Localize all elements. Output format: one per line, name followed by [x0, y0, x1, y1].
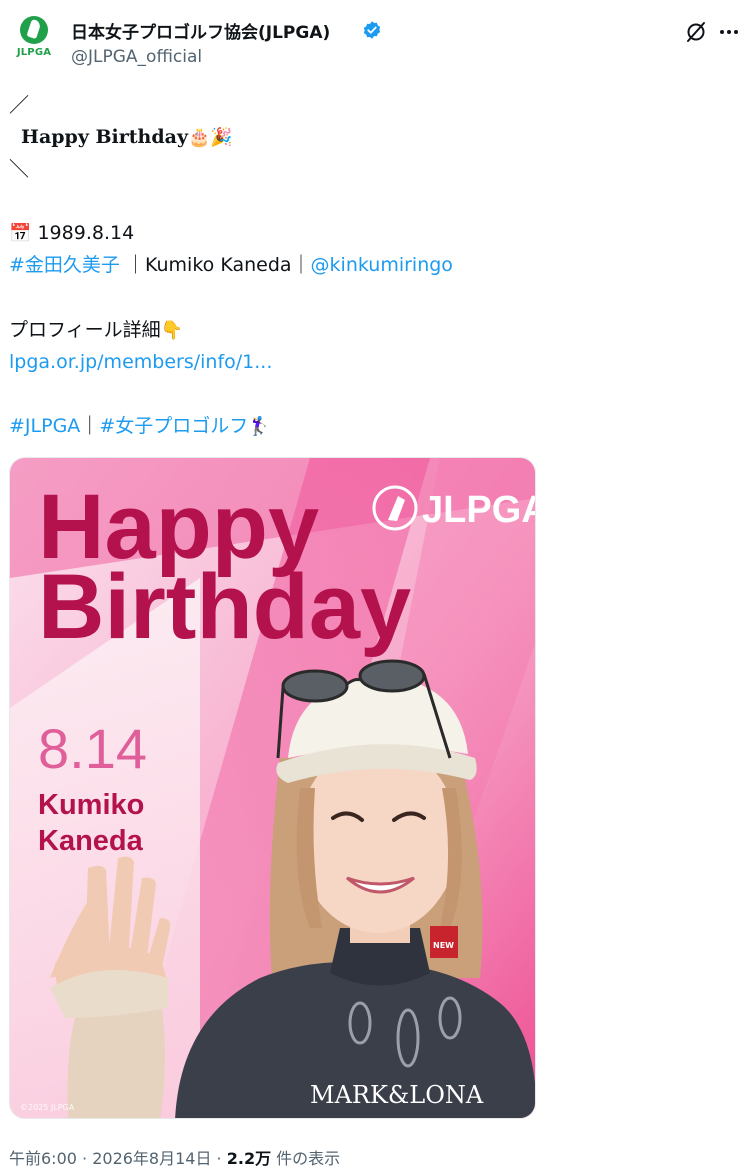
hashtag-jlpga[interactable]: #JLPGA [9, 415, 80, 437]
views-label: 件の表示 [271, 1149, 341, 1168]
collar-label: NEW [433, 941, 454, 950]
display-name[interactable]: 日本女子プロゴルフ協会(JLPGA) [71, 18, 330, 43]
name-line: #金田久美子 ｜Kumiko Kaneda｜@kinkumiringo [9, 252, 453, 278]
post-time[interactable]: 午前6:00 [9, 1149, 77, 1168]
profile-line: プロフィール詳細👇 [9, 317, 183, 344]
pointing-down-icon: 👇 [160, 320, 184, 341]
calendar-icon: 📅 [9, 223, 32, 244]
shirt-brand-text: MARK&LONA [310, 1081, 484, 1109]
birthdate-line: 📅 1989.8.14 [9, 220, 134, 247]
handle[interactable]: @JLPGA_official [71, 47, 202, 67]
views-count[interactable]: 2.2万 [227, 1149, 271, 1168]
golfer-icon: 🏌️‍♀️ [248, 416, 271, 437]
jlpga-logo-icon [20, 16, 48, 44]
tweet-meta: 午前6:00 · 2026年8月14日 · 2.2万 件の表示 [9, 1145, 340, 1169]
card-logo-text: JLPGA [422, 489, 536, 531]
card-date: 8.14 [38, 717, 147, 780]
name-separator: ｜ [125, 254, 145, 276]
bracket-open: ／ [9, 93, 29, 117]
birthday-title: Happy Birthday [21, 126, 189, 148]
hashtag-separator: ｜ [80, 415, 100, 437]
mention-link[interactable]: @kinkumiringo [311, 254, 453, 276]
post-date[interactable]: 2026年8月14日 [92, 1149, 211, 1168]
birthday-graphic: Happy Birthday JLPGA 8.14 Kumiko Kaneda [10, 458, 536, 1118]
tweet: JLPGA 日本女子プロゴルフ協会(JLPGA) @JLPGA_official… [0, 0, 753, 1174]
image-copyright: ©2025 JLPGA [20, 1103, 75, 1112]
meta-separator: · [211, 1149, 227, 1168]
card-name-first: Kumiko [38, 789, 144, 821]
tweet-header: JLPGA 日本女子プロゴルフ協会(JLPGA) @JLPGA_official [0, 0, 753, 80]
cake-party-emoji: 🎂🎉 [188, 127, 233, 148]
more-dots-icon[interactable] [717, 20, 741, 44]
meta-separator: · [76, 1149, 93, 1168]
hashtag-womens-pro-golf[interactable]: #女子プロゴルフ [99, 415, 248, 437]
profile-link[interactable]: lpga.or.jp/members/info/1... [9, 349, 272, 375]
grok-icon[interactable] [684, 20, 708, 44]
avatar-text: JLPGA [16, 47, 52, 58]
english-name: Kumiko Kaneda [144, 254, 292, 276]
birthday-image-card[interactable]: Happy Birthday JLPGA 8.14 Kumiko Kaneda [9, 457, 536, 1119]
hashtag-kaneda[interactable]: #金田久美子 [9, 254, 120, 276]
name-separator: ｜ [291, 254, 311, 276]
card-name-last: Kaneda [38, 825, 144, 857]
profile-label: プロフィール詳細 [9, 319, 161, 341]
bracket-close: ＼ [9, 157, 29, 181]
hashtag-line: #JLPGA｜#女子プロゴルフ🏌️‍♀️ [9, 413, 271, 440]
headline-birthday: Birthday [38, 556, 411, 658]
verified-badge-icon [363, 21, 381, 39]
birthday-title-line: Happy Birthday🎂🎉 [21, 124, 233, 151]
birthdate: 1989.8.14 [37, 222, 135, 244]
avatar[interactable]: JLPGA [12, 16, 56, 66]
